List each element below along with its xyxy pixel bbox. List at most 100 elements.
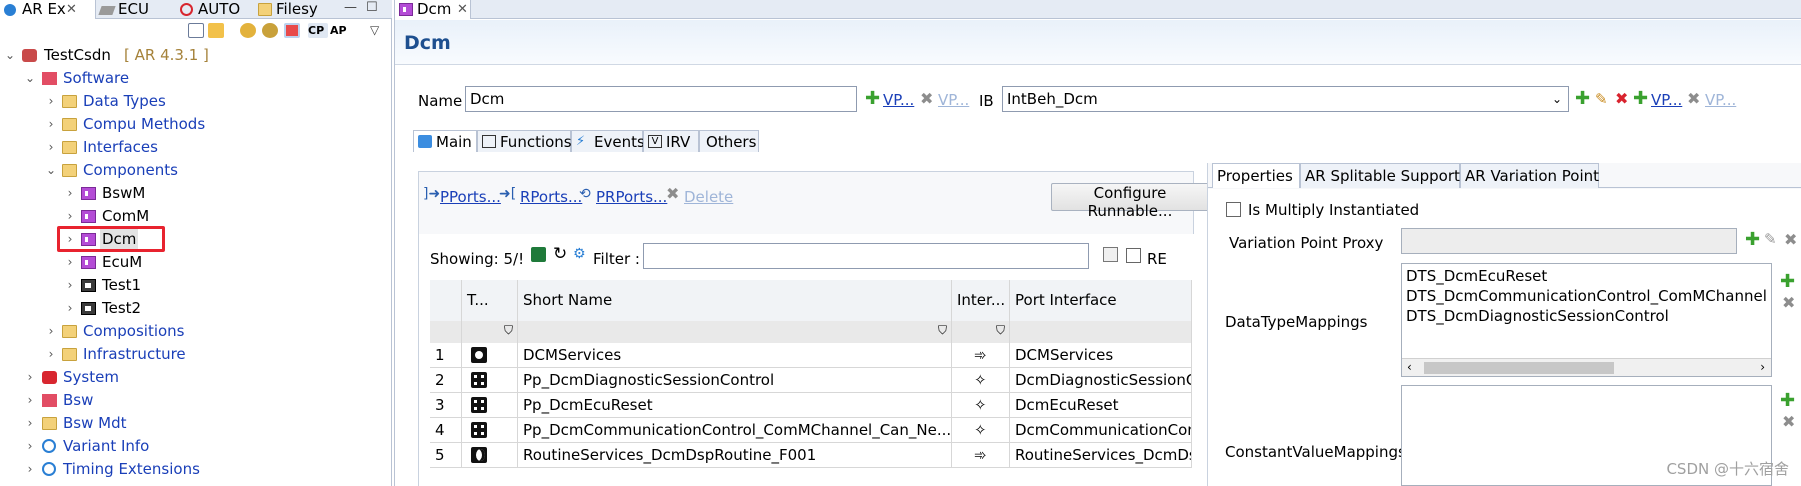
add-icon[interactable]: ✚: [1745, 231, 1760, 249]
funnel-icon[interactable]: ⛉: [504, 321, 513, 342]
add-rports-link[interactable]: RPorts...: [520, 188, 582, 206]
filter-input[interactable]: [643, 243, 1089, 269]
add-icon[interactable]: ✚: [1575, 90, 1590, 108]
tree-item-compositions[interactable]: › Compositions: [0, 320, 392, 342]
link-with-editor-icon[interactable]: [208, 23, 224, 38]
chevron-right-icon[interactable]: ›: [45, 343, 57, 365]
tree-item-system[interactable]: › System: [0, 366, 392, 388]
add-pports-link[interactable]: PPorts...: [440, 188, 501, 206]
tree-item-components[interactable]: ⌄ Components: [0, 159, 392, 181]
tree-item-compu-methods[interactable]: › Compu Methods: [0, 113, 392, 135]
chevron-right-icon[interactable]: ›: [64, 297, 76, 319]
chevron-right-icon[interactable]: ›: [45, 320, 57, 342]
tab-auto[interactable]: AUTO: [176, 0, 254, 19]
tab-functions[interactable]: Functions: [477, 130, 572, 152]
chevron-down-icon[interactable]: ⌄: [24, 67, 36, 89]
close-icon[interactable]: ✕: [457, 0, 468, 19]
chevron-right-icon[interactable]: ›: [24, 435, 36, 457]
chevron-right-icon[interactable]: ›: [64, 274, 76, 296]
list-item[interactable]: DTS_DcmEcuReset: [1406, 267, 1547, 285]
funnel-icon[interactable]: ⛉: [938, 321, 947, 342]
re-checkbox[interactable]: [1126, 248, 1141, 263]
tree-item-bsw[interactable]: › Bsw: [0, 389, 392, 411]
table-row[interactable]: 2 Pp_DcmDiagnosticSessionControl ✧ DcmDi…: [430, 368, 1192, 393]
chevron-right-icon[interactable]: ›: [64, 251, 76, 273]
minimize-icon[interactable]: —: [344, 0, 357, 15]
filter-icon[interactable]: [240, 23, 256, 38]
tree-item-timing-extensions[interactable]: › Timing Extensions: [0, 458, 392, 480]
list-item[interactable]: DTS_DcmDiagnosticSessionControl: [1406, 307, 1669, 325]
variation-point-proxy-field[interactable]: [1401, 228, 1737, 254]
chevron-right-icon[interactable]: ›: [64, 228, 76, 250]
tab-irv[interactable]: V IRV: [643, 130, 699, 152]
cp-button[interactable]: CP: [308, 23, 328, 38]
tab-ar-splitable-support[interactable]: AR Splitable Support: [1300, 163, 1460, 188]
tab-ar-explorer[interactable]: AR Ex ✕: [0, 0, 96, 19]
chevron-right-icon[interactable]: ›: [1760, 359, 1765, 376]
tab-properties[interactable]: Properties: [1212, 163, 1300, 188]
column-header-port-interface[interactable]: Port Interface: [1010, 280, 1192, 321]
tree-item-dcm[interactable]: › Dcm: [0, 228, 392, 250]
chevron-right-icon[interactable]: ›: [24, 366, 36, 388]
close-icon[interactable]: ✕: [66, 0, 77, 19]
tab-dcm[interactable]: Dcm ✕: [395, 0, 471, 19]
chevron-right-icon[interactable]: ›: [64, 182, 76, 204]
name-field[interactable]: Dcm: [465, 86, 857, 112]
vp-link[interactable]: VP...: [883, 91, 914, 109]
tree-item-software[interactable]: ⌄ Software: [0, 67, 392, 89]
column-header-type[interactable]: T...: [462, 280, 518, 321]
chevron-right-icon[interactable]: ›: [24, 412, 36, 434]
table-row[interactable]: 1 DCMServices ➾ DCMServices: [430, 343, 1192, 368]
funnel-icon[interactable]: ⛉: [996, 321, 1005, 342]
add-icon[interactable]: ✚: [1780, 392, 1795, 410]
refresh-icon[interactable]: ↻: [553, 244, 567, 264]
column-header-short-name[interactable]: Short Name: [518, 280, 952, 321]
column-header-interface-type[interactable]: Inter...: [952, 280, 1010, 321]
table-row[interactable]: 3 Pp_DcmEcuReset ✧ DcmEcuReset: [430, 393, 1192, 418]
tree-item-bsw-mdt[interactable]: › Bsw Mdt: [0, 412, 392, 434]
settings-icon[interactable]: [262, 23, 278, 38]
add-icon[interactable]: ✚: [1780, 273, 1795, 291]
add-icon[interactable]: ✚: [865, 90, 880, 108]
chevron-down-icon[interactable]: ⌄: [4, 44, 16, 66]
horizontal-scrollbar[interactable]: ‹ ›: [1402, 358, 1771, 376]
delete-icon[interactable]: ✖: [1615, 91, 1628, 107]
tab-ar-variation-point[interactable]: AR Variation Point: [1460, 163, 1599, 188]
table-row[interactable]: 4 Pp_DcmCommunicationControl_ComMChannel…: [430, 418, 1192, 443]
add-icon[interactable]: ✚: [1633, 90, 1648, 108]
is-multiply-instantiated-checkbox[interactable]: [1226, 202, 1241, 217]
chevron-right-icon[interactable]: ›: [24, 458, 36, 480]
tree-item-test1[interactable]: › Test1: [0, 274, 392, 296]
excel-export-icon[interactable]: [531, 247, 546, 262]
view-menu-icon[interactable]: ▽: [370, 23, 386, 38]
table-row[interactable]: 5 RoutineServices_DcmDspRoutine_F001 ➾ R…: [430, 443, 1192, 468]
scrollbar-thumb[interactable]: [1424, 362, 1614, 374]
tree-item-comm[interactable]: › ComM: [0, 205, 392, 227]
chevron-down-icon[interactable]: ⌄: [45, 159, 57, 181]
tree-item-test2[interactable]: › Test2: [0, 297, 392, 319]
tab-ecu[interactable]: ECU: [96, 0, 176, 19]
maximize-icon[interactable]: ☐: [366, 0, 378, 15]
chevron-right-icon[interactable]: ›: [45, 90, 57, 112]
data-type-mappings-list[interactable]: DTS_DcmEcuReset DTS_DcmCommunicationCont…: [1401, 263, 1772, 377]
grid-view-icon[interactable]: [284, 23, 300, 38]
tab-events[interactable]: ⚡ Events: [571, 130, 645, 152]
tree-item-infrastructure[interactable]: › Infrastructure: [0, 343, 392, 365]
tab-file-system[interactable]: Filesy: [254, 0, 320, 19]
ib-vp-link[interactable]: VP...: [1651, 91, 1682, 109]
tab-others[interactable]: Others: [699, 130, 759, 152]
chevron-left-icon[interactable]: ‹: [1407, 359, 1412, 376]
tree-item-interfaces[interactable]: › Interfaces: [0, 136, 392, 158]
tree-item-bswm[interactable]: › BswM: [0, 182, 392, 204]
clear-filter-icon[interactable]: [1103, 247, 1118, 262]
tree-root[interactable]: ⌄ TestCsdn [ AR 4.3.1 ]: [0, 44, 392, 66]
edit-icon[interactable]: ✎: [1595, 90, 1608, 108]
settings-icon[interactable]: ⚙: [573, 246, 586, 262]
tree-item-ecum[interactable]: › EcuM: [0, 251, 392, 273]
chevron-right-icon[interactable]: ›: [45, 113, 57, 135]
list-item[interactable]: DTS_DcmCommunicationControl_ComMChannel: [1406, 287, 1767, 305]
tree-item-variant-info[interactable]: › Variant Info: [0, 435, 392, 457]
tab-main[interactable]: Main: [413, 130, 477, 152]
chevron-right-icon[interactable]: ›: [64, 205, 76, 227]
add-prports-link[interactable]: PRPorts...: [596, 188, 667, 206]
